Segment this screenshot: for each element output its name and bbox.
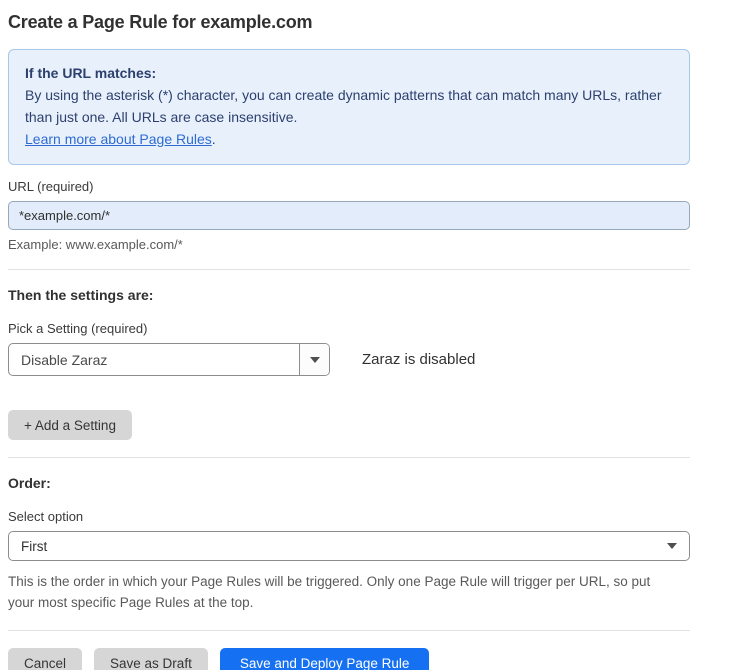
divider bbox=[8, 630, 690, 631]
url-input[interactable] bbox=[8, 201, 690, 230]
info-box-link-line: Learn more about Page Rules. bbox=[25, 128, 673, 150]
link-suffix: . bbox=[212, 131, 216, 147]
url-field-label: URL (required) bbox=[8, 179, 690, 194]
learn-more-link[interactable]: Learn more about Page Rules bbox=[25, 131, 212, 147]
order-help-text: This is the order in which your Page Rul… bbox=[8, 571, 678, 613]
order-select[interactable]: First bbox=[8, 531, 690, 561]
setting-dropdown-arrow-button[interactable] bbox=[299, 344, 329, 375]
setting-picker-label: Pick a Setting (required) bbox=[8, 321, 690, 336]
info-box-heading: If the URL matches: bbox=[25, 62, 673, 84]
page-title: Create a Page Rule for example.com bbox=[8, 12, 690, 33]
divider bbox=[8, 457, 690, 458]
order-section-heading: Order: bbox=[8, 475, 690, 491]
caret-down-icon bbox=[667, 543, 677, 549]
settings-section-heading: Then the settings are: bbox=[8, 287, 690, 303]
form-actions: Cancel Save as Draft Save and Deploy Pag… bbox=[8, 648, 690, 670]
order-select-label: Select option bbox=[8, 509, 690, 524]
setting-dropdown-value: Disable Zaraz bbox=[9, 344, 299, 375]
url-example-hint: Example: www.example.com/* bbox=[8, 237, 690, 252]
order-select-value: First bbox=[21, 539, 47, 554]
page-rule-form: Create a Page Rule for example.com If th… bbox=[0, 0, 698, 670]
setting-row: Disable Zaraz Zaraz is disabled bbox=[8, 343, 690, 376]
add-setting-button[interactable]: + Add a Setting bbox=[8, 410, 132, 440]
url-match-info-box: If the URL matches: By using the asteris… bbox=[8, 49, 690, 165]
save-draft-button[interactable]: Save as Draft bbox=[94, 648, 208, 670]
setting-status-text: Zaraz is disabled bbox=[362, 351, 475, 368]
caret-down-icon bbox=[310, 357, 320, 363]
info-box-body: By using the asterisk (*) character, you… bbox=[25, 84, 673, 128]
setting-dropdown[interactable]: Disable Zaraz bbox=[8, 343, 330, 376]
divider bbox=[8, 269, 690, 270]
save-deploy-button[interactable]: Save and Deploy Page Rule bbox=[220, 648, 430, 670]
cancel-button[interactable]: Cancel bbox=[8, 648, 82, 670]
